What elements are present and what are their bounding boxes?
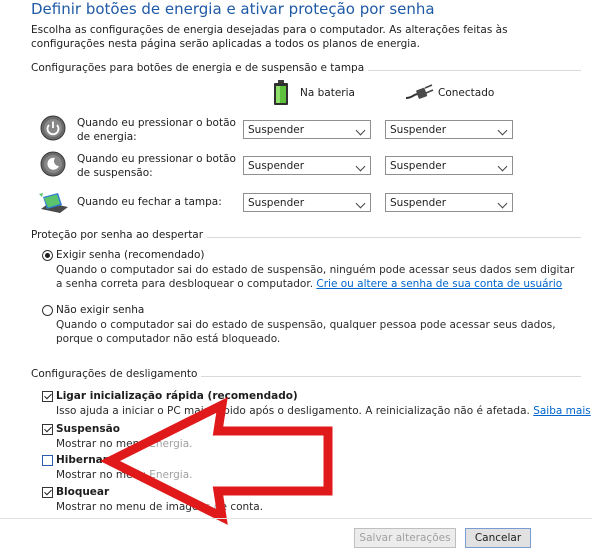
chevron-down-icon (497, 125, 508, 136)
checkbox-suspend[interactable] (42, 424, 53, 435)
checkbox-hibernate[interactable] (42, 455, 53, 466)
select-value: Suspender (248, 160, 305, 172)
save-button[interactable]: Salvar alterações (354, 528, 456, 548)
select-value: Suspender (248, 197, 305, 209)
learn-more-link[interactable]: Saiba mais (533, 405, 591, 417)
password-group-label: Proteção por senha ao despertar (31, 229, 208, 241)
radio-no-password[interactable] (42, 305, 53, 316)
select-value: Suspender (390, 160, 447, 172)
select-value: Suspender (248, 124, 305, 136)
no-password-label[interactable]: Não exigir senha (56, 303, 144, 317)
no-password-desc-1: Quando o computador sai do estado de sus… (56, 319, 556, 331)
power-button-icon (40, 115, 66, 141)
row-label-power: Quando eu pressionar o botão de energia: (77, 117, 236, 143)
radio-require-password[interactable] (42, 250, 53, 261)
checkbox-fast-startup[interactable] (42, 391, 53, 402)
require-password-desc-2: a senha correta para desbloquear o compu… (56, 278, 314, 290)
sleep-button-icon (40, 151, 66, 177)
shutdown-group-label: Configurações de desligamento (31, 368, 202, 380)
require-password-label[interactable]: Exigir senha (recomendado) (56, 248, 204, 262)
col-header-battery: Na bateria (300, 87, 355, 99)
select-sleep-plugged[interactable]: Suspender (385, 156, 513, 175)
chevron-down-icon (355, 161, 366, 172)
no-password-desc-2: porque o computador não está bloqueado. (56, 333, 281, 345)
select-value: Suspender (390, 124, 447, 136)
select-value: Suspender (390, 197, 447, 209)
select-power-battery[interactable]: Suspender (243, 120, 371, 139)
row-label-lid: Quando eu fechar a tampa: (77, 196, 222, 208)
checkbox-lock[interactable] (42, 487, 53, 498)
chevron-down-icon (497, 161, 508, 172)
red-arrow-annotation (100, 397, 333, 525)
page-title: Definir botões de energia e ativar prote… (31, 0, 435, 18)
col-header-plugged: Conectado (438, 87, 495, 99)
select-sleep-battery[interactable]: Suspender (243, 156, 371, 175)
row-label-sleep: Quando eu pressionar o botão de suspensã… (77, 153, 236, 179)
battery-icon (271, 80, 291, 106)
select-power-plugged[interactable]: Suspender (385, 120, 513, 139)
cancel-button[interactable]: Cancelar (465, 528, 531, 548)
require-password-desc-1: Quando o computador sai do estado de sus… (56, 264, 575, 276)
create-password-link[interactable]: Crie ou altere a senha de sua conta de u… (316, 278, 562, 290)
power-plug-icon (404, 84, 434, 102)
power-buttons-group-label: Configurações para botões de energia e d… (31, 62, 369, 74)
page-description: Escolha as configurações de energia dese… (31, 24, 508, 50)
chevron-down-icon (497, 198, 508, 209)
footer-divider (0, 518, 592, 519)
select-lid-plugged[interactable]: Suspender (385, 193, 513, 212)
laptop-lid-icon (38, 189, 70, 215)
chevron-down-icon (355, 125, 366, 136)
chevron-down-icon (355, 198, 366, 209)
select-lid-battery[interactable]: Suspender (243, 193, 371, 212)
